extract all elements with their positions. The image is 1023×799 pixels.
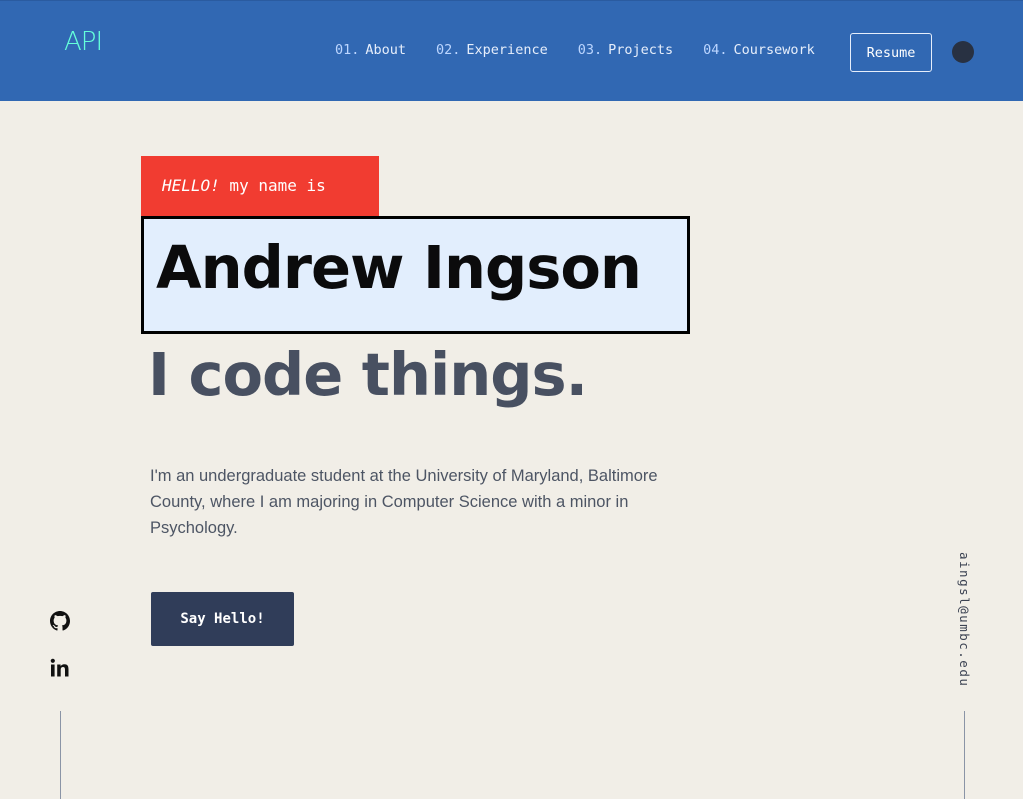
nav-link-projects[interactable]: 03. Projects — [578, 42, 673, 58]
nav-number: 02. — [436, 42, 461, 58]
say-hello-button[interactable]: Say Hello! — [151, 592, 294, 646]
nav-label: Coursework — [733, 42, 815, 58]
hero-name: Andrew Ingson — [156, 233, 642, 302]
nav-label: Experience — [466, 42, 548, 58]
intro-paragraph: I'm an undergraduate student at the Univ… — [150, 466, 658, 537]
resume-button[interactable]: Resume — [850, 33, 932, 72]
right-vertical-divider — [964, 711, 965, 799]
greeting-emphasis: HELLO! — [162, 176, 220, 195]
left-vertical-divider — [60, 711, 61, 799]
hero-tagline: I code things. — [148, 340, 588, 409]
greeting-banner: HELLO! my name is — [141, 156, 379, 216]
email-link[interactable]: aingsl@umbc.edu — [957, 552, 972, 687]
github-icon — [50, 611, 70, 631]
nav-link-experience[interactable]: 02. Experience — [436, 42, 548, 58]
main-nav: 01. About 02. Experience 03. Projects 04… — [335, 42, 815, 58]
nav-label: About — [365, 42, 407, 58]
top-navbar: API 01. About 02. Experience 03. Project… — [0, 0, 1023, 101]
nav-label: Projects — [608, 42, 674, 58]
name-highlight-box: Andrew Ingson — [141, 216, 690, 334]
github-link[interactable] — [50, 611, 70, 631]
nav-number: 01. — [335, 42, 360, 58]
linkedin-icon — [50, 658, 69, 677]
nav-link-about[interactable]: 01. About — [335, 42, 406, 58]
site-logo[interactable]: API — [64, 27, 103, 57]
dark-mode-toggle-icon[interactable] — [952, 41, 974, 63]
nav-number: 03. — [577, 42, 603, 58]
nav-link-coursework[interactable]: 04. Coursework — [703, 42, 815, 58]
greeting-text: my name is — [219, 176, 326, 195]
linkedin-link[interactable] — [50, 658, 70, 678]
nav-number: 04. — [703, 42, 728, 58]
